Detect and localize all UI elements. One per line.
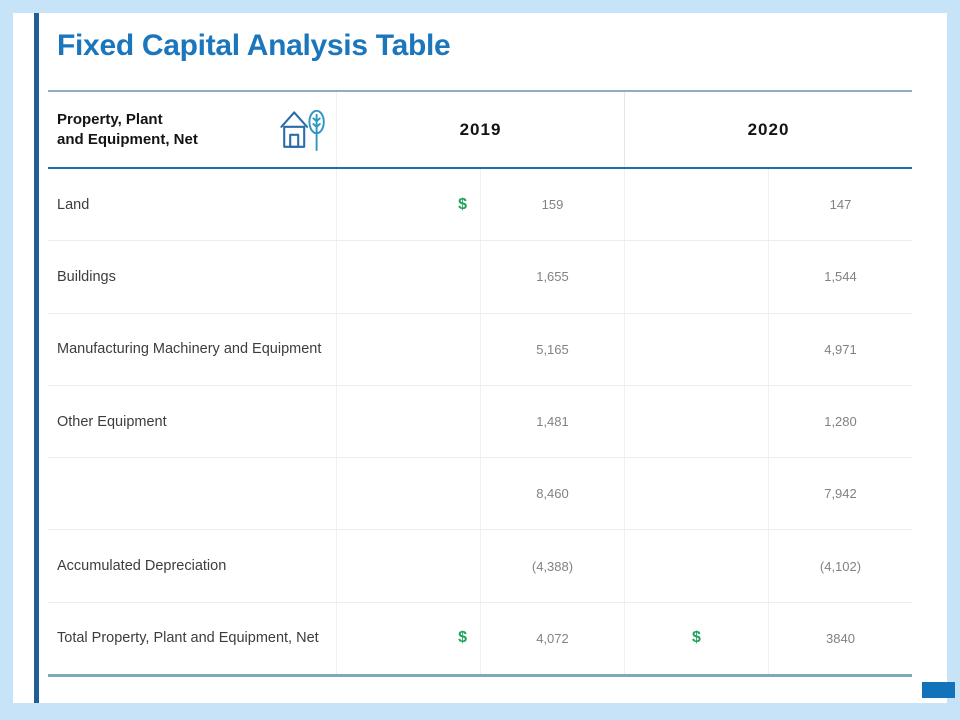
- table-row-subtotal: 8,460 7,942: [48, 457, 912, 530]
- table-row-land: Land $ 159 147: [48, 169, 912, 241]
- value-2019: 4,072: [480, 602, 624, 675]
- dollar-sign-2020: [624, 169, 768, 241]
- dollar-sign-2020: [624, 385, 768, 458]
- dollar-sign-2019: [336, 313, 480, 385]
- dollar-sign-2020: $: [624, 602, 768, 675]
- row-label: [48, 458, 336, 529]
- value-2020: 4,971: [768, 313, 912, 385]
- table-header-label: Property, Plant and Equipment, Net: [57, 110, 198, 150]
- value-2020: 1,280: [768, 385, 912, 458]
- table-row-accumulated-depreciation: Accumulated Depreciation (4,388) (4,102): [48, 529, 912, 602]
- dollar-sign-2020: [624, 530, 768, 602]
- value-2020: 147: [768, 169, 912, 241]
- value-2020: 1,544: [768, 241, 912, 313]
- value-2019: 1,481: [480, 385, 624, 458]
- dollar-sign-2020: [624, 458, 768, 530]
- value-2019: 159: [480, 169, 624, 241]
- column-header-2019: 2019: [336, 92, 624, 167]
- value-2019: 1,655: [480, 241, 624, 313]
- table-header-label-cell: Property, Plant and Equipment, Net: [48, 92, 336, 167]
- dollar-sign-2019: [336, 458, 480, 530]
- dollar-sign-2019: $: [336, 169, 480, 241]
- bottom-right-accent: [922, 682, 955, 698]
- row-label: Total Property, Plant and Equipment, Net: [57, 630, 319, 647]
- column-header-2020: 2020: [624, 92, 912, 167]
- table-header-label-line2: and Equipment, Net: [57, 130, 198, 148]
- dollar-sign-2020: [624, 313, 768, 385]
- value-2020: (4,102): [768, 530, 912, 602]
- row-label: Land: [57, 196, 90, 213]
- dollar-sign-2020: [624, 241, 768, 313]
- table-header-label-line1: Property, Plant: [57, 110, 163, 128]
- left-accent-bar: [34, 13, 39, 703]
- row-label: Buildings: [57, 268, 116, 285]
- table-row-total: Total Property, Plant and Equipment, Net…: [48, 601, 912, 675]
- dollar-sign-2019: $: [336, 602, 480, 675]
- table-row-other-equipment: Other Equipment 1,481 1,280: [48, 384, 912, 458]
- dollar-sign-2019: [336, 530, 480, 602]
- page-title: Fixed Capital Analysis Table: [57, 29, 451, 62]
- fixed-capital-table: Property, Plant and Equipment, Net 2019 …: [48, 90, 912, 678]
- dollar-sign-2019: [336, 241, 480, 313]
- value-2019: (4,388): [480, 530, 624, 602]
- value-2019: 8,460: [480, 458, 624, 530]
- dollar-sign-2019: [336, 385, 480, 458]
- row-label: Other Equipment: [57, 413, 167, 430]
- table-row-buildings: Buildings 1,655 1,544: [48, 240, 912, 313]
- table-body: Land $ 159 147 Buildings 1,655 1,544 Man…: [48, 169, 912, 675]
- value-2020: 3840: [768, 602, 912, 675]
- value-2019: 5,165: [480, 313, 624, 385]
- value-2020: 7,942: [768, 458, 912, 530]
- row-label: Manufacturing Machinery and Equipment: [57, 341, 322, 358]
- house-and-tree-icon: [280, 109, 325, 151]
- row-label: Accumulated Depreciation: [57, 558, 227, 575]
- table-header-row: Property, Plant and Equipment, Net 2019 …: [48, 92, 912, 169]
- slide-content: Fixed Capital Analysis Table Property, P…: [13, 13, 955, 703]
- table-row-machinery: Manufacturing Machinery and Equipment 5,…: [48, 312, 912, 385]
